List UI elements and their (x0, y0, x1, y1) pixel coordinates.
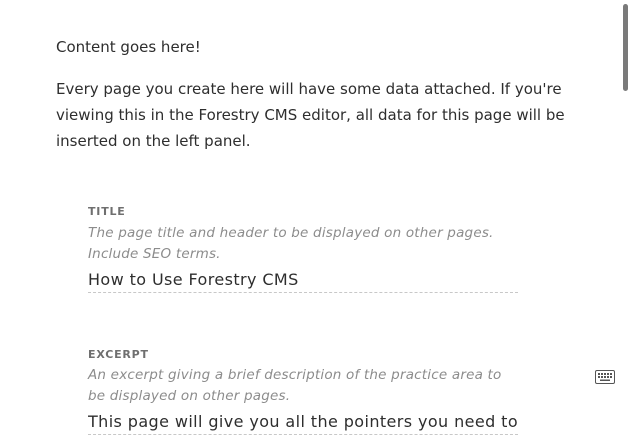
title-field-help: The page title and header to be displaye… (88, 225, 494, 262)
title-field: TITLE The page title and header to be di… (88, 205, 518, 293)
scrollbar-thumb[interactable] (623, 4, 628, 91)
title-input[interactable]: How to Use Forestry CMS (88, 267, 518, 293)
excerpt-input[interactable]: This page will give you all the pointers… (88, 409, 518, 435)
keyboard-icon[interactable] (595, 369, 615, 384)
content-description: Every page you create here will have som… (56, 80, 565, 150)
scrollbar[interactable] (620, 0, 631, 444)
page-content: Content goes here! Every page you create… (56, 34, 576, 154)
excerpt-field-label: EXCERPT (88, 348, 149, 361)
content-intro: Content goes here! (56, 38, 201, 56)
excerpt-field-help: An excerpt giving a brief description of… (88, 367, 502, 404)
title-field-label: TITLE (88, 205, 126, 218)
excerpt-field: EXCERPT An excerpt giving a brief descri… (88, 348, 518, 435)
